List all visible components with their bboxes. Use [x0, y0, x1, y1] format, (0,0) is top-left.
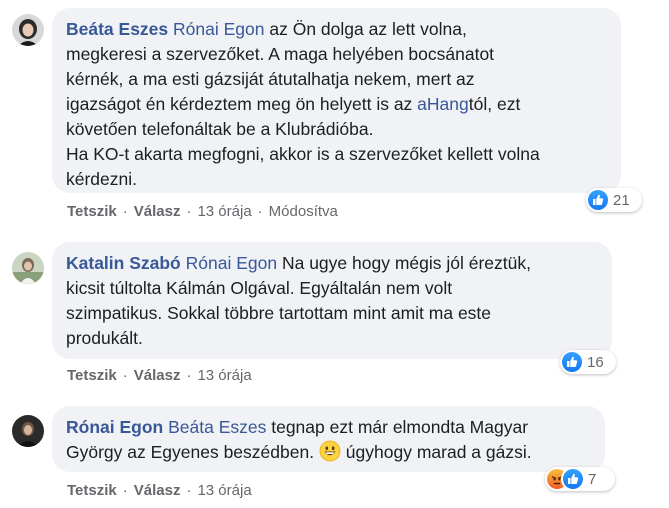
comment-text: úgyhogy marad a gázsi. — [340, 442, 532, 462]
comment-text: igazságot én kérdeztem meg ön helyett is… — [66, 94, 418, 114]
reaction-summary[interactable]: 21 — [586, 188, 642, 212]
separator: · — [122, 367, 128, 384]
separator: · — [257, 203, 263, 220]
comment-text: szimpatikus. Sokkal többre tartottam min… — [66, 303, 492, 323]
mention-link[interactable]: Rónai Egon — [173, 19, 264, 39]
comment-line-4: produkált. — [66, 326, 598, 351]
comment-text: produkált. — [66, 328, 143, 348]
comment-text: Ha KO-t akarta megfogni, akkor is a szer… — [66, 144, 540, 164]
comment-text: az Ön dolga az lett volna, — [269, 19, 467, 39]
reaction-count: 7 — [588, 470, 597, 488]
comment-line-7: kérdezni. — [66, 167, 607, 192]
comment-author[interactable]: Rónai Egon — [66, 417, 163, 437]
comment-line-1: Beáta Eszes Rónai Egon az Ön dolga az le… — [66, 17, 607, 42]
comment-bubble: Katalin Szabó Rónai Egon Na ugye hogy mé… — [52, 242, 612, 359]
avatar-katalin-szabo[interactable] — [12, 252, 44, 284]
comment-bubble: Beáta Eszes Rónai Egon az Ön dolga az le… — [52, 8, 621, 193]
comment-text: György az Egyenes beszédben. — [66, 442, 319, 462]
mention-link[interactable]: Beáta Eszes — [168, 417, 266, 437]
comment-text: Na ugye hogy mégis jól éreztük, — [281, 253, 531, 273]
reaction-summary[interactable]: 16 — [560, 350, 616, 374]
comment-bubble: Rónai Egon Beáta Eszes tegnap ezt már el… — [52, 406, 605, 472]
avatar-beata-eszes[interactable] — [12, 14, 44, 46]
comment-text: tól, ezt — [468, 94, 521, 114]
comment-line-2: kicsit túltolta Kálmán Olgával. Egyáltal… — [66, 276, 598, 301]
comment-text: megkeresi a szervezőket. A maga helyében… — [66, 44, 495, 64]
comment-line-2: megkeresi a szervezőket. A maga helyében… — [66, 42, 607, 67]
reply-button[interactable]: Válasz — [134, 482, 181, 499]
timestamp[interactable]: 13 órája — [197, 367, 251, 384]
reaction-count: 16 — [587, 353, 604, 371]
reply-button[interactable]: Válasz — [134, 203, 181, 220]
separator: · — [122, 203, 128, 220]
comment-line-3: szimpatikus. Sokkal többre tartottam min… — [66, 301, 598, 326]
comment-line-1: Rónai Egon Beáta Eszes tegnap ezt már el… — [66, 415, 591, 440]
comment-line-5: követően telefonáltak be a Klubrádióba. — [66, 117, 607, 142]
separator: · — [186, 367, 192, 384]
like-reaction-icon — [563, 469, 583, 489]
avatar-ronai-egon[interactable] — [12, 415, 44, 447]
like-button[interactable]: Tetszik — [67, 482, 117, 499]
reaction-summary[interactable]: 7 — [545, 467, 615, 491]
timestamp[interactable]: 13 órája — [197, 203, 251, 220]
like-reaction-icon — [588, 190, 608, 210]
separator: · — [186, 482, 192, 499]
separator: · — [186, 203, 192, 220]
comment-author[interactable]: Beáta Eszes — [66, 19, 168, 39]
comment-actions: Tetszik · Válasz · 13 órája — [67, 482, 252, 499]
comment-actions: Tetszik · Válasz · 13 órája · Módosítva — [67, 203, 338, 220]
like-reaction-icon — [562, 352, 582, 372]
mention-link[interactable]: Rónai Egon — [186, 253, 277, 273]
grinning-face-emoji — [319, 440, 341, 462]
comment-text: kicsit túltolta Kálmán Olgával. Egyáltal… — [66, 278, 453, 298]
comment-line-2: György az Egyenes beszédben. úgyhogy mar… — [66, 440, 591, 465]
reply-button[interactable]: Válasz — [134, 367, 181, 384]
like-button[interactable]: Tetszik — [67, 203, 117, 220]
timestamp[interactable]: 13 órája — [197, 482, 251, 499]
comment-text: tegnap ezt már elmondta Magyar — [271, 417, 529, 437]
reaction-count: 21 — [613, 191, 630, 209]
comment-line-1: Katalin Szabó Rónai Egon Na ugye hogy mé… — [66, 251, 598, 276]
comment-author[interactable]: Katalin Szabó — [66, 253, 181, 273]
comment-line-6: Ha KO-t akarta megfogni, akkor is a szer… — [66, 142, 607, 167]
comment-text: kérnék, a ma esti gázsiját átutalhatja n… — [66, 69, 475, 89]
ahang-link[interactable]: aHang — [417, 94, 469, 114]
comment-text: kérdezni. — [66, 169, 138, 189]
comment-text: követően telefonáltak be a Klubrádióba. — [66, 119, 374, 139]
comment-line-4: igazságot én kérdeztem meg ön helyett is… — [66, 92, 607, 117]
edited-label[interactable]: Módosítva — [269, 203, 338, 220]
separator: · — [122, 482, 128, 499]
like-button[interactable]: Tetszik — [67, 367, 117, 384]
comment-line-3: kérnék, a ma esti gázsiját átutalhatja n… — [66, 67, 607, 92]
comment-actions: Tetszik · Válasz · 13 órája — [67, 367, 252, 384]
